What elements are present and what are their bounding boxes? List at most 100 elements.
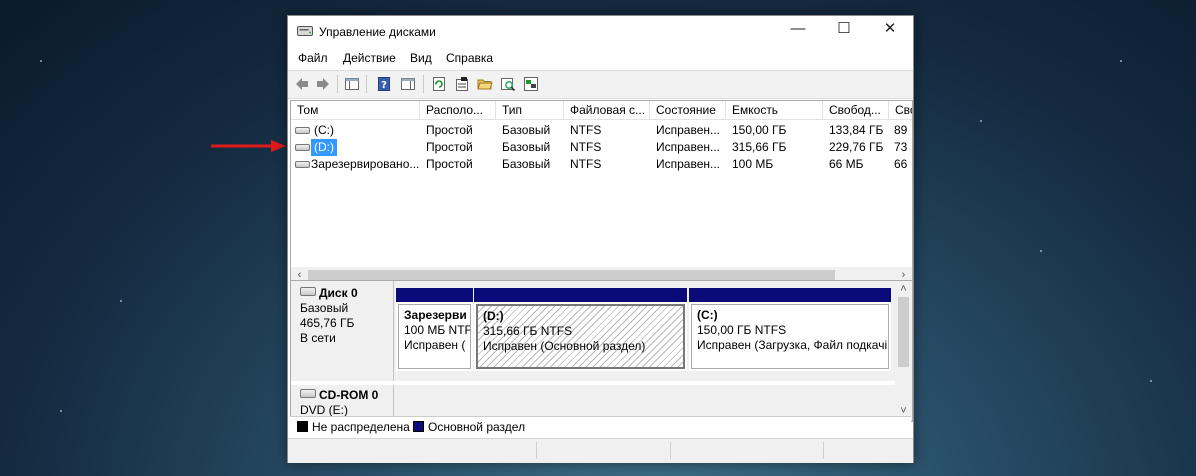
column-header-capacity[interactable]: Емкость: [726, 101, 823, 119]
star: [40, 60, 42, 62]
cell-status: Исправен...: [656, 123, 721, 137]
legend-swatch-primary: [413, 421, 424, 432]
partition-name: (D:): [483, 309, 504, 323]
cell-free-space: 229,76 ГБ: [829, 140, 884, 154]
partition-body-selected: (D:) 315,66 ГБ NTFS Исправен (Основной р…: [476, 304, 685, 369]
cell-capacity: 315,66 ГБ: [732, 140, 787, 154]
column-header-volume[interactable]: Том: [291, 101, 420, 119]
cell-free-space: 66 МБ: [829, 157, 864, 171]
cell-layout: Простой: [426, 157, 473, 171]
help-icon[interactable]: ?: [376, 76, 392, 92]
refresh-icon[interactable]: [431, 76, 447, 92]
rescan-icon[interactable]: [500, 76, 516, 92]
cell-volume: (C:): [314, 123, 334, 137]
disk-status: В сети: [300, 331, 336, 345]
partition-status: Исправен (: [404, 338, 466, 352]
table-row-selected[interactable]: (D:) Простой Базовый NTFS Исправен... 31…: [291, 139, 912, 156]
status-divider: [536, 442, 537, 459]
disk-graph-pane: Диск 0 Базовый 465,76 ГБ В сети Зарезерв…: [290, 280, 913, 422]
drive-icon: [295, 127, 310, 134]
disk-icon: [300, 287, 316, 296]
column-header-type[interactable]: Тип: [496, 101, 564, 119]
status-divider: [670, 442, 671, 459]
open-folder-icon[interactable]: [477, 76, 493, 92]
partition-bar: [474, 288, 687, 302]
cdrom-name: CD-ROM 0: [319, 388, 379, 402]
column-header-layout[interactable]: Располо...: [420, 101, 496, 119]
partition-status: Исправен (Основной раздел): [483, 339, 646, 353]
column-header-filesystem[interactable]: Файловая с...: [564, 101, 650, 119]
partition-body: (C:) 150,00 ГБ NTFS Исправен (Загрузка, …: [691, 304, 889, 369]
volume-list: Том Располо... Тип Файловая с... Состоян…: [290, 100, 913, 288]
scroll-up-icon[interactable]: ˄: [895, 281, 912, 298]
cell-filesystem: NTFS: [570, 123, 602, 137]
partition-size: 315,66 ГБ NTFS: [483, 324, 573, 338]
cell-filesystem: NTFS: [570, 157, 602, 171]
cell-type: Базовый: [502, 140, 551, 154]
partition-d[interactable]: (D:) 315,66 ГБ NTFS Исправен (Основной р…: [474, 288, 687, 371]
star: [1120, 60, 1122, 62]
column-header-free-space[interactable]: Свобод...: [823, 101, 889, 119]
vertical-scrollbar[interactable]: ˄ ˅: [895, 281, 912, 421]
cell-layout: Простой: [426, 123, 473, 137]
drive-icon: [295, 144, 310, 151]
cell-type: Базовый: [502, 157, 551, 171]
cell-type: Базовый: [502, 123, 551, 137]
minimize-button[interactable]: —: [775, 16, 821, 44]
partition-bar: [396, 288, 473, 302]
partition-size: 100 МБ NTFS: [404, 323, 470, 337]
disk-0-label[interactable]: Диск 0 Базовый 465,76 ГБ В сети: [291, 281, 394, 381]
title-bar[interactable]: Управление дисками — ☐ ✕: [288, 16, 913, 46]
disk-size: 465,76 ГБ: [300, 316, 355, 330]
window-title: Управление дисками: [319, 25, 436, 39]
legend-label-unallocated: Не распределена: [312, 420, 410, 434]
cell-volume: (D:): [311, 139, 337, 156]
star: [980, 120, 982, 122]
disk-settings-icon[interactable]: [523, 76, 539, 92]
menu-view[interactable]: Вид: [410, 51, 432, 65]
action-pane-icon[interactable]: [400, 76, 416, 92]
star: [60, 410, 62, 412]
menu-action[interactable]: Действие: [343, 51, 396, 65]
cell-layout: Простой: [426, 140, 473, 154]
svg-text:?: ?: [381, 80, 387, 91]
close-button[interactable]: ✕: [867, 16, 913, 44]
cell-percent-free: 89: [894, 123, 908, 137]
vertical-scroll-thumb[interactable]: [898, 297, 909, 367]
column-header-status[interactable]: Состояние: [650, 101, 726, 119]
status-bar: [288, 438, 913, 463]
drive-icon: [295, 161, 310, 168]
partition-c[interactable]: (C:) 150,00 ГБ NTFS Исправен (Загрузка, …: [689, 288, 891, 371]
disk-type: Базовый: [300, 301, 349, 315]
star: [1040, 250, 1042, 252]
properties-icon[interactable]: [454, 76, 470, 92]
partition-status: Исправен (Загрузка, Файл подкачі: [697, 338, 888, 352]
toolbar-separator: [337, 75, 338, 93]
maximize-button[interactable]: ☐: [821, 16, 867, 44]
cell-free-space: 133,84 ГБ: [829, 123, 884, 137]
disk-name: Диск 0: [319, 286, 358, 300]
cdrom-icon: [300, 389, 316, 398]
disk-management-icon: [297, 26, 313, 36]
table-row[interactable]: (C:) Простой Базовый NTFS Исправен... 15…: [291, 122, 912, 139]
toolbar-separator: [366, 75, 367, 93]
console-tree-icon[interactable]: [344, 76, 360, 92]
cell-status: Исправен...: [656, 157, 721, 171]
cell-capacity: 100 МБ: [732, 157, 774, 171]
cell-capacity: 150,00 ГБ: [732, 123, 787, 137]
partition-name: Зарезерви: [404, 308, 467, 322]
forward-arrow-icon[interactable]: [315, 76, 331, 92]
partition-bar: [689, 288, 891, 302]
partition-body: Зарезерви 100 МБ NTFS Исправен (: [398, 304, 471, 369]
column-header-percent-free[interactable]: Сво: [889, 101, 912, 119]
red-arrow-icon: [211, 140, 286, 152]
cell-filesystem: NTFS: [570, 140, 602, 154]
table-row[interactable]: Зарезервировано... Простой Базовый NTFS …: [291, 156, 912, 173]
menu-help[interactable]: Справка: [446, 51, 493, 65]
back-arrow-icon[interactable]: [294, 76, 310, 92]
menu-file[interactable]: Файл: [298, 51, 328, 65]
toolbar: ?: [288, 70, 913, 99]
cell-volume: Зарезервировано...: [311, 157, 420, 171]
cell-percent-free: 66: [894, 157, 908, 171]
partition-reserved[interactable]: Зарезерви 100 МБ NTFS Исправен (: [396, 288, 473, 371]
